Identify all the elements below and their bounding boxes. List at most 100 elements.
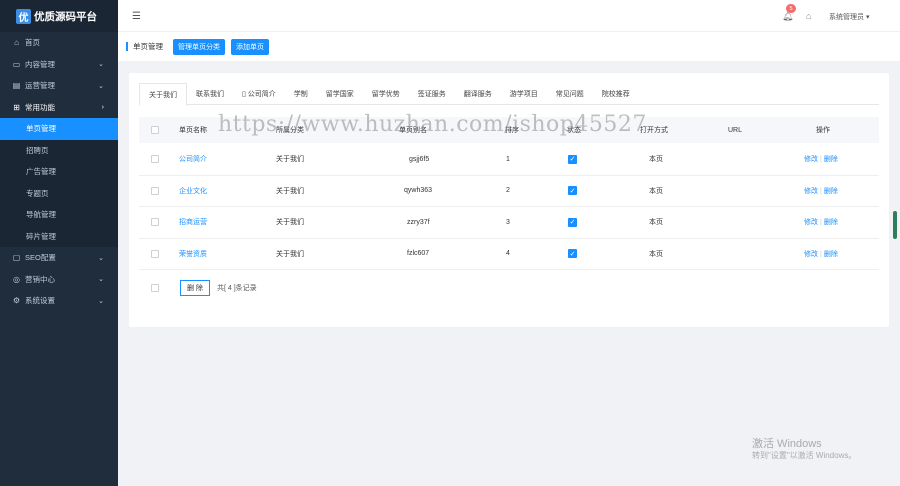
logo-mark-icon: 优 [16, 8, 31, 24]
chevron-down-icon: ⌄ [98, 254, 104, 262]
row-checkbox[interactable] [151, 218, 159, 227]
sidebar-subitem-recruitment[interactable]: 招聘页 [0, 139, 118, 161]
cell-category: 关于我们 [276, 156, 304, 164]
sidebar-item-operations[interactable]: ▤ 运营管理 ⌄ [0, 75, 118, 97]
tab-school-system[interactable]: 学制 [285, 83, 317, 105]
table-row: 荣誉资质 关于我们 fzlc607 4 ✓ 本页 修改 | 删除 [139, 239, 879, 270]
cell-alias: qywh363 [404, 187, 433, 195]
header-name: 单页名称 [179, 127, 207, 134]
row-checkbox[interactable] [151, 155, 159, 164]
tab-study-advantages[interactable]: 留学优势 [363, 83, 409, 105]
cell-open-mode: 本页 [649, 219, 663, 227]
sidebar: 优 优质源码平台 ⌂ 首页 ▭ 内容管理 ⌄ ▤ 运营管理 ⌄ ⊞ 常用功能 ›… [0, 0, 118, 486]
grid-icon: ⊞ [13, 102, 20, 112]
user-menu[interactable]: 系统管理员 ▾ [829, 12, 869, 22]
edit-link[interactable]: 修改 [804, 188, 818, 195]
row-checkbox[interactable] [151, 249, 159, 258]
page-name-link[interactable]: 荣誉资质 [179, 249, 207, 259]
document-icon: ▭ [12, 59, 21, 69]
cell-order: 2 [506, 187, 510, 195]
add-page-button[interactable]: 添加单页 [231, 38, 269, 55]
cell-category: 关于我们 [276, 250, 304, 258]
page-name-link[interactable]: 公司简介 [179, 154, 207, 164]
cell-alias: fzlc607 [407, 250, 430, 258]
cell-open-mode: 本页 [649, 187, 663, 195]
action-separator: | [820, 250, 822, 258]
manage-category-button[interactable]: 管理单页分类 [173, 38, 225, 55]
chart-icon: ▤ [12, 81, 21, 91]
cell-alias: gsjj6f5 [409, 155, 430, 163]
delete-link[interactable]: 删除 [824, 219, 838, 226]
tab-visa-service[interactable]: 签证服务 [409, 83, 455, 105]
marketing-icon: ◎ [13, 274, 20, 284]
row-actions: 修改 | 删除 [804, 186, 838, 196]
sidebar-item-marketing[interactable]: ◎ 营销中心 ⌄ [0, 269, 118, 291]
edit-link[interactable]: 修改 [804, 251, 818, 258]
menu-toggle-icon[interactable]: ☰ [132, 11, 141, 22]
delete-link[interactable]: 删除 [824, 156, 838, 163]
category-tabs: 关于我们 联系我们 ▯ 公司简介 学制 留学国家 留学优势 签证服务 翻译服务 … [139, 83, 879, 106]
table-footer: 删 除 共[ 4 ]条记录 [139, 278, 439, 298]
sidebar-subitem-topics[interactable]: 专题页 [0, 182, 118, 204]
cell-order: 3 [506, 218, 510, 226]
tab-translation-service[interactable]: 翻译服务 [455, 83, 501, 105]
tab-contact[interactable]: 联系我们 [187, 83, 233, 105]
top-bar: ☰ 🔔︎ 5 ⌂ 系统管理员 ▾ [118, 0, 900, 32]
sidebar-item-home[interactable]: ⌂ 首页 [0, 32, 118, 54]
select-all-checkbox[interactable] [151, 126, 159, 134]
edit-link[interactable]: 修改 [804, 219, 818, 226]
delete-link[interactable]: 删除 [824, 188, 838, 195]
header-actions: 操作 [816, 127, 830, 134]
tab-faq[interactable]: 常见问题 [547, 83, 593, 105]
action-separator: | [820, 219, 822, 227]
sidebar-subitem-fragments[interactable]: 碎片管理 [0, 225, 118, 247]
delete-link[interactable]: 删除 [824, 251, 838, 258]
watermark-text: https://www.huzhan.com/ishop45527 [218, 112, 647, 137]
sidebar-item-label: 运营管理 [25, 81, 55, 91]
cell-open-mode: 本页 [649, 156, 663, 164]
tab-about[interactable]: 关于我们 [139, 83, 187, 106]
footer-select-checkbox[interactable] [151, 284, 159, 292]
tab-study-tour[interactable]: 游学项目 [501, 83, 547, 105]
status-checkbox[interactable]: ✓ [568, 217, 577, 227]
sidebar-subitem-navigation[interactable]: 导航管理 [0, 204, 118, 226]
status-checkbox[interactable]: ✓ [568, 186, 577, 196]
brand-logo[interactable]: 优 优质源码平台 [0, 0, 118, 32]
cell-category: 关于我们 [276, 219, 304, 227]
tab-label: 公司简介 [247, 91, 276, 98]
chevron-down-icon: ⌄ [98, 82, 104, 90]
sidebar-item-label: 常用功能 [25, 102, 55, 112]
windows-activation-title: 激活 Windows [752, 438, 822, 450]
chevron-down-icon: ⌄ [98, 61, 104, 69]
row-checkbox[interactable] [151, 186, 159, 195]
row-actions: 修改 | 删除 [804, 217, 838, 227]
cell-alias: zzry37f [407, 218, 430, 226]
record-count: 共[ 4 ]条记录 [217, 285, 257, 292]
edit-link[interactable]: 修改 [804, 156, 818, 163]
status-checkbox[interactable]: ✓ [568, 249, 577, 259]
home-icon[interactable]: ⌂ [806, 11, 811, 21]
chevron-right-icon: › [101, 103, 104, 111]
sidebar-item-system-settings[interactable]: ⚙ 系统设置 ⌄ [0, 290, 118, 312]
table-row: 公司简介 关于我们 gsjj6f5 1 ✓ 本页 修改 | 删除 [139, 144, 879, 176]
cell-open-mode: 本页 [649, 250, 663, 258]
tab-company-intro[interactable]: ▯ 公司简介 [233, 83, 285, 105]
sidebar-item-seo[interactable]: ▢ SEO配置 ⌄ [0, 247, 118, 269]
batch-delete-button[interactable]: 删 除 [180, 280, 210, 296]
header-url: URL [728, 126, 743, 134]
sidebar-subitem-ads[interactable]: 广告管理 [0, 161, 118, 183]
page-name-link[interactable]: 企业文化 [179, 186, 207, 196]
settings-icon: ⚙ [12, 296, 21, 306]
row-actions: 修改 | 删除 [804, 154, 838, 164]
sidebar-item-common-functions[interactable]: ⊞ 常用功能 › [0, 97, 118, 119]
sidebar-item-content[interactable]: ▭ 内容管理 ⌄ [0, 54, 118, 76]
tab-study-countries[interactable]: 留学国家 [317, 83, 363, 105]
sidebar-item-label: 首页 [25, 38, 40, 48]
status-checkbox[interactable]: ✓ [568, 154, 577, 164]
row-actions: 修改 | 删除 [804, 249, 838, 259]
sidebar-subitem-single-page[interactable]: 单页管理 [0, 118, 118, 140]
tab-school-recommend[interactable]: 院校推荐 [593, 83, 639, 105]
page-name-link[interactable]: 招商运营 [179, 217, 207, 227]
scrollbar-thumb[interactable] [893, 211, 897, 239]
cell-order: 4 [506, 250, 510, 258]
